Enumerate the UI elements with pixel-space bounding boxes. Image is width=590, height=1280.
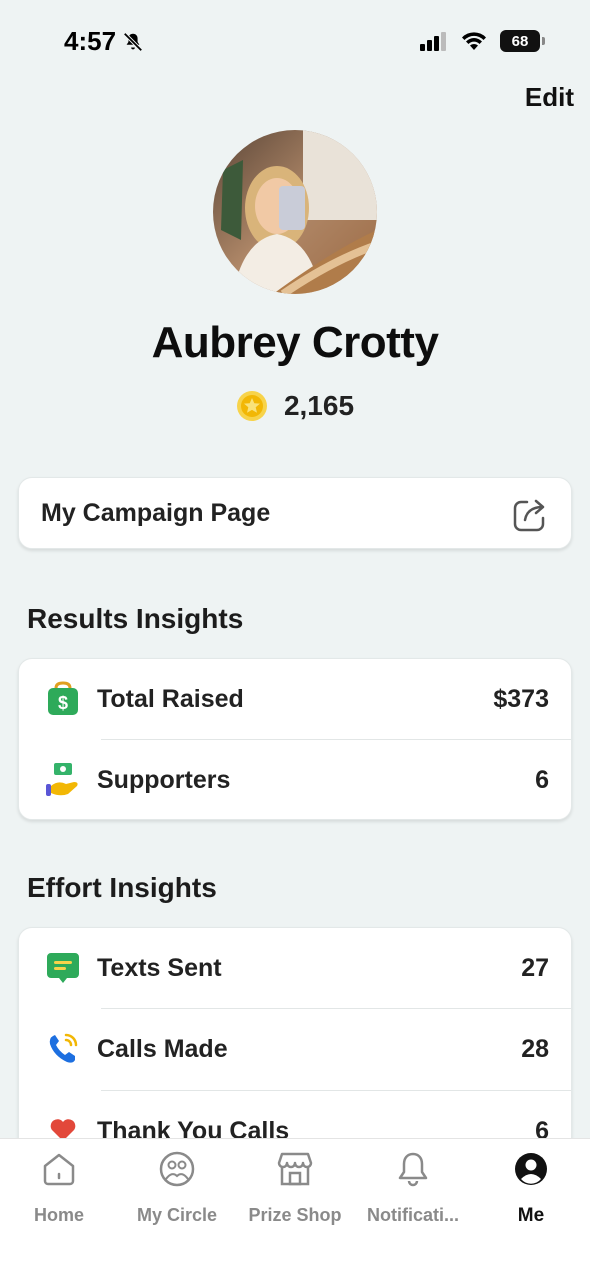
hand-money-icon — [43, 759, 83, 799]
tab-bar: Home My Circle Prize Shop Notificati... … — [0, 1138, 590, 1280]
tab-label: Home — [33, 1205, 84, 1225]
row-value: 28 — [521, 1034, 549, 1063]
row-value: 6 — [535, 765, 549, 794]
campaign-page-label: My Campaign Page — [41, 498, 271, 527]
shop-icon — [236, 1149, 354, 1189]
clock-text: 4:57 — [64, 26, 117, 56]
campaign-page-button[interactable]: My Campaign Page — [18, 477, 572, 549]
points-value: 2,165 — [283, 390, 355, 421]
list-item-calls-made[interactable]: Calls Made 28 — [19, 1008, 571, 1090]
results-insights-title: Results Insights — [27, 603, 244, 634]
results-insights-card: $ Total Raised $373 Supporters 6 — [18, 658, 572, 820]
circle-faces-icon — [118, 1149, 236, 1189]
row-label: Texts Sent — [97, 953, 222, 982]
battery-indicator: 68 — [500, 30, 545, 52]
message-icon — [43, 948, 83, 988]
share-icon[interactable] — [511, 496, 549, 534]
phone-icon — [43, 1028, 83, 1068]
effort-insights-title: Effort Insights — [27, 872, 217, 903]
profile-name: Aubrey Crotty — [151, 318, 439, 367]
tab-label: My Circle — [136, 1205, 218, 1225]
row-label: Supporters — [97, 765, 231, 794]
profile-photo — [213, 130, 377, 294]
status-time: 4:57 — [64, 26, 144, 57]
svg-text:$: $ — [58, 693, 68, 713]
list-item-texts-sent[interactable]: Texts Sent 27 — [19, 928, 571, 1008]
bell-muted-icon — [123, 31, 143, 52]
bell-icon — [354, 1149, 472, 1189]
home-icon — [0, 1149, 118, 1189]
tab-label: Notificati... — [366, 1205, 459, 1225]
row-label: Calls Made — [97, 1034, 228, 1063]
status-bar: 4:57 68 — [0, 0, 590, 88]
row-value: 27 — [521, 953, 549, 982]
list-item-supporters[interactable]: Supporters 6 — [19, 739, 571, 821]
avatar[interactable] — [213, 130, 377, 294]
cellular-signal-icon — [420, 32, 446, 51]
row-value: $373 — [493, 684, 549, 713]
person-icon — [472, 1149, 590, 1189]
tab-label: Me — [517, 1205, 545, 1226]
wifi-icon — [462, 32, 486, 50]
tab-prize-shop[interactable]: Prize Shop — [236, 1149, 354, 1226]
status-indicators: 68 — [420, 30, 545, 52]
tab-me[interactable]: Me — [472, 1149, 590, 1227]
list-item-total-raised[interactable]: $ Total Raised $373 — [19, 659, 571, 739]
points-display: 2,165 — [0, 390, 590, 422]
edit-button[interactable]: Edit — [525, 78, 574, 106]
battery-level: 68 — [511, 32, 529, 50]
tab-my-circle[interactable]: My Circle — [118, 1149, 236, 1226]
money-bag-icon: $ — [43, 679, 83, 719]
row-label: Total Raised — [97, 684, 244, 713]
star-coin-icon — [236, 391, 267, 421]
tab-home[interactable]: Home — [0, 1149, 118, 1226]
tab-notifications[interactable]: Notificati... — [354, 1149, 472, 1226]
tab-label: Prize Shop — [248, 1205, 342, 1225]
